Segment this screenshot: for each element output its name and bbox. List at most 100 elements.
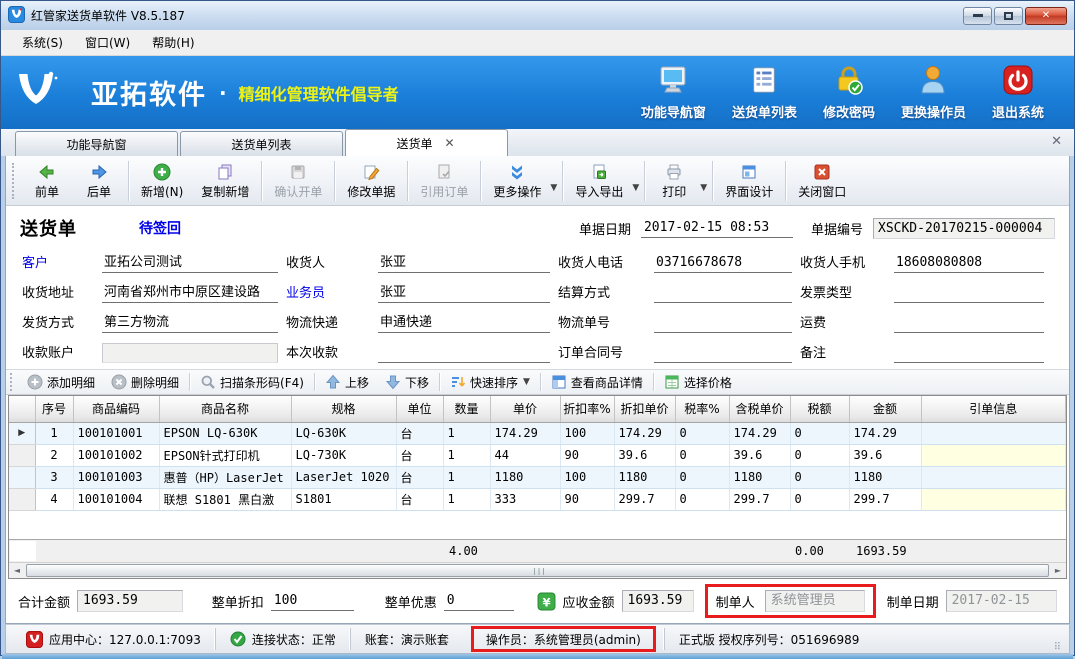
scrollbar-thumb[interactable] [26,564,1049,577]
table-cell[interactable]: 1180 [614,466,675,488]
table-cell[interactable]: 1180 [729,466,790,488]
quick-sort-button[interactable]: 快速排序▼ [442,372,538,393]
scroll-right-icon[interactable]: ► [1050,563,1066,578]
close-button[interactable]: ✕ [1025,7,1067,25]
table-cell[interactable]: 174.29 [490,422,560,444]
form-field-value[interactable] [654,283,792,303]
close-tab-group-icon[interactable]: ✕ [1051,134,1062,149]
select-price-button[interactable]: 选择价格 [656,372,740,393]
chevron-down-icon[interactable]: ▼ [550,183,557,193]
table-cell[interactable]: 台 [396,444,443,466]
close-tab-icon[interactable]: ✕ [442,136,456,150]
form-field-value[interactable] [894,313,1044,333]
table-row[interactable]: 3100101003惠普（HP）LaserJetLaserJet 1020台11… [9,466,1066,488]
order-discount-field[interactable]: 100 [271,591,354,611]
table-cell[interactable]: 0 [675,466,729,488]
table-cell[interactable]: 台 [396,422,443,444]
table-cell[interactable]: 0 [675,488,729,510]
more-actions-button[interactable]: 更多操作 [484,159,550,202]
column-header[interactable]: 税额 [790,396,849,422]
table-cell[interactable]: 174.29 [729,422,790,444]
menu-item[interactable]: 窗口(W) [74,30,141,55]
table-cell[interactable]: 174.29 [849,422,921,444]
table-cell[interactable]: 4 [35,488,73,510]
column-header[interactable]: 数量 [443,396,490,422]
row-selector[interactable] [9,444,35,466]
form-field-value[interactable]: 张亚 [378,283,550,303]
table-cell[interactable] [921,466,1066,488]
table-cell[interactable]: 1 [443,422,490,444]
prev-order-button[interactable]: 前单 [21,159,73,202]
table-cell[interactable]: 39.6 [729,444,790,466]
table-cell[interactable]: 1180 [490,466,560,488]
table-cell[interactable]: 174.29 [614,422,675,444]
change-password-action[interactable]: 修改密码 [823,64,875,121]
nav-window-action[interactable]: 功能导航窗 [641,64,706,121]
table-cell[interactable]: 1 [443,444,490,466]
chevron-down-icon[interactable]: ▼ [700,183,707,193]
row-selector[interactable] [9,488,35,510]
column-header[interactable]: 引单信息 [921,396,1066,422]
table-cell[interactable] [921,488,1066,510]
table-cell[interactable]: LQ-630K [291,422,396,444]
table-cell[interactable]: LaserJet 1020 [291,466,396,488]
form-field-value[interactable] [894,343,1044,363]
table-cell[interactable]: 1 [35,422,73,444]
confirm-open-button[interactable]: 确认开单 [265,159,331,202]
table-cell[interactable]: LQ-730K [291,444,396,466]
copy-new-button[interactable]: 复制新增 [192,159,258,202]
form-field-value[interactable]: 18608080808 [894,253,1044,273]
move-down-button[interactable]: 下移 [377,372,437,393]
delivery-list-action[interactable]: 送货单列表 [732,64,797,121]
table-cell[interactable]: 0 [790,422,849,444]
table-cell[interactable]: 1 [443,466,490,488]
ref-order-button[interactable]: 引用订单 [411,159,477,202]
move-up-button[interactable]: 上移 [317,372,377,393]
table-cell[interactable]: 100101004 [73,488,159,510]
column-header[interactable]: 规格 [291,396,396,422]
table-cell[interactable]: 2 [35,444,73,466]
ui-design-button[interactable]: 界面设计 [716,159,782,202]
table-cell[interactable]: 90 [560,488,614,510]
table-cell[interactable]: 100101002 [73,444,159,466]
form-field-value[interactable] [378,343,550,363]
table-cell[interactable]: 0 [675,422,729,444]
scan-barcode-button[interactable]: 扫描条形码(F4) [192,372,312,393]
form-field-value[interactable] [654,343,792,363]
form-field-value[interactable]: 河南省郑州市中原区建设路 [102,283,278,303]
table-cell[interactable]: 299.7 [614,488,675,510]
table-cell[interactable]: EPSON LQ-630K [159,422,291,444]
table-cell[interactable]: 333 [490,488,560,510]
resize-grip[interactable]: ⠿ [1054,642,1063,653]
column-header[interactable]: 金额 [849,396,921,422]
view-product-detail-button[interactable]: 查看商品详情 [543,372,651,393]
column-header[interactable]: 商品名称 [159,396,291,422]
table-cell[interactable]: 台 [396,466,443,488]
form-field-value[interactable] [894,283,1044,303]
scroll-left-icon[interactable]: ◄ [9,563,25,578]
column-header[interactable]: 单价 [490,396,560,422]
table-cell[interactable]: 惠普（HP）LaserJet [159,466,291,488]
form-field-label[interactable]: 业务员 [286,282,370,303]
table-cell[interactable]: 100101003 [73,466,159,488]
form-field-label[interactable]: 客户 [22,252,94,273]
tab-nav-window[interactable]: 功能导航窗 [15,131,178,156]
form-field-value[interactable]: 申通快递 [378,313,550,333]
column-header[interactable]: 折扣率% [560,396,614,422]
switch-operator-action[interactable]: 更换操作员 [901,64,966,121]
table-cell[interactable]: 0 [790,466,849,488]
chevron-down-icon[interactable]: ▼ [632,183,639,193]
tab-delivery-order[interactable]: 送货单✕ [345,129,508,156]
new-button[interactable]: 新增(N) [132,159,192,202]
table-cell[interactable]: 100 [560,466,614,488]
table-cell[interactable]: EPSON针式打印机 [159,444,291,466]
order-rebate-field[interactable]: 0 [444,591,514,611]
restore-button[interactable] [994,7,1023,25]
table-cell[interactable]: 1180 [849,466,921,488]
column-header[interactable]: 序号 [35,396,73,422]
delete-detail-button[interactable]: 删除明细 [103,372,187,393]
row-selector[interactable] [9,466,35,488]
table-cell[interactable]: 39.6 [849,444,921,466]
next-order-button[interactable]: 后单 [73,159,125,202]
form-field-value[interactable] [654,313,792,333]
